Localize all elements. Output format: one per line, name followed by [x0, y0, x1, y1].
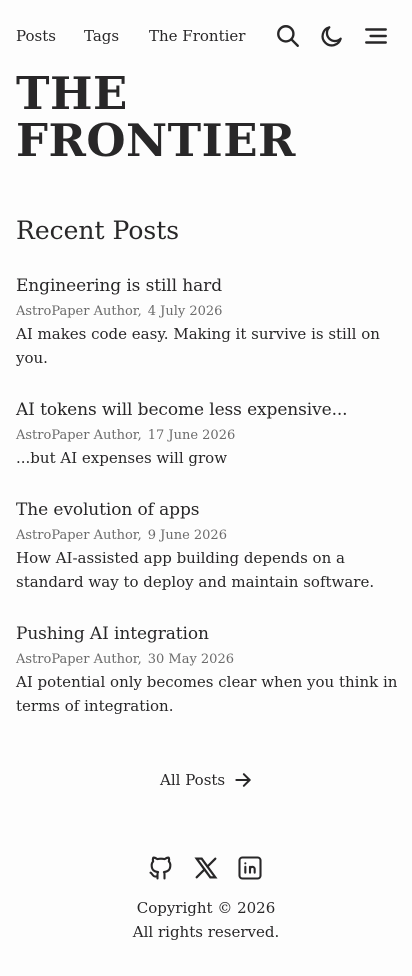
post-date: 30 May 2026	[147, 652, 234, 667]
all-posts-label: All Posts	[160, 771, 226, 789]
post-description: How AI-assisted app building depends on …	[16, 549, 375, 591]
post-meta: AstroPaper Author, 17 June 2026	[16, 426, 400, 446]
post-meta: AstroPaper Author, 30 May 2026	[16, 650, 400, 670]
post-date: 17 June 2026	[147, 428, 236, 443]
post-card: AI tokens will become less expensive... …	[16, 397, 400, 470]
all-posts-link[interactable]: All Posts	[160, 768, 253, 792]
post-meta: AstroPaper Author, 4 July 2026	[16, 302, 400, 322]
post-card: Engineering is still hard AstroPaper Aut…	[16, 273, 400, 370]
search-icon[interactable]	[275, 23, 301, 49]
linkedin-icon[interactable]	[236, 854, 264, 882]
moon-icon[interactable]	[319, 23, 345, 49]
post-description: AI makes code easy. Making it survive is…	[16, 325, 380, 367]
site-title: THE FRONTIER	[16, 67, 296, 167]
arrow-right-icon	[235, 773, 251, 787]
post-date: 4 July 2026	[147, 304, 223, 319]
post-author: AstroPaper Author,	[16, 528, 142, 543]
recent-posts-heading: Recent Posts	[16, 216, 180, 245]
post-meta: AstroPaper Author, 9 June 2026	[16, 526, 400, 546]
post-title-link[interactable]: Engineering is still hard	[16, 273, 400, 299]
post-date: 9 June 2026	[147, 528, 227, 543]
github-icon[interactable]	[147, 854, 175, 882]
x-icon[interactable]	[192, 854, 220, 882]
post-card: The evolution of apps AstroPaper Author,…	[16, 497, 400, 594]
rights-text: All rights reserved.	[132, 923, 280, 941]
post-card: Pushing AI integration AstroPaper Author…	[16, 621, 400, 718]
post-title-link[interactable]: AI tokens will become less expensive...	[16, 397, 400, 423]
post-title-link[interactable]: The evolution of apps	[16, 497, 400, 523]
nav-link-tags[interactable]: Tags	[84, 27, 119, 45]
post-description: AI potential only becomes clear when you…	[16, 673, 398, 715]
top-nav: Posts Tags The Frontier	[0, 0, 412, 72]
post-author: AstroPaper Author,	[16, 652, 142, 667]
post-author: AstroPaper Author,	[16, 428, 142, 443]
menu-icon[interactable]	[363, 23, 389, 49]
copyright-text: Copyright © 2026	[136, 899, 276, 917]
post-author: AstroPaper Author,	[16, 304, 142, 319]
post-description: ...but AI expenses will grow	[16, 449, 228, 467]
nav-link-posts[interactable]: Posts	[16, 27, 56, 45]
post-title-link[interactable]: Pushing AI integration	[16, 621, 400, 647]
nav-link-the-frontier[interactable]: The Frontier	[149, 27, 245, 45]
